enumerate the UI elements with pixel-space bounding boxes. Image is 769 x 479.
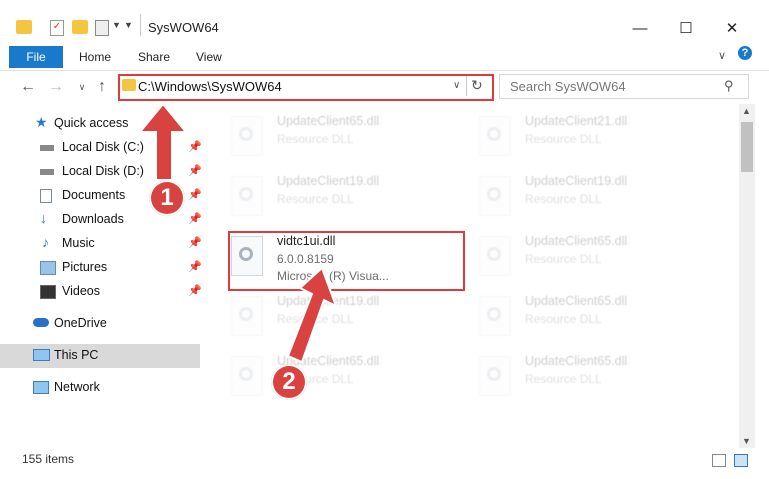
status-item-count: 155 items xyxy=(22,452,75,466)
arrow-1 xyxy=(137,102,189,181)
annotation-arrows xyxy=(137,102,338,364)
callout-2: 2 xyxy=(271,364,307,400)
details-view-icon[interactable] xyxy=(712,454,726,467)
arrow-2 xyxy=(286,266,338,364)
large-icons-view-icon[interactable] xyxy=(734,454,748,467)
callout-1: 1 xyxy=(149,180,185,216)
